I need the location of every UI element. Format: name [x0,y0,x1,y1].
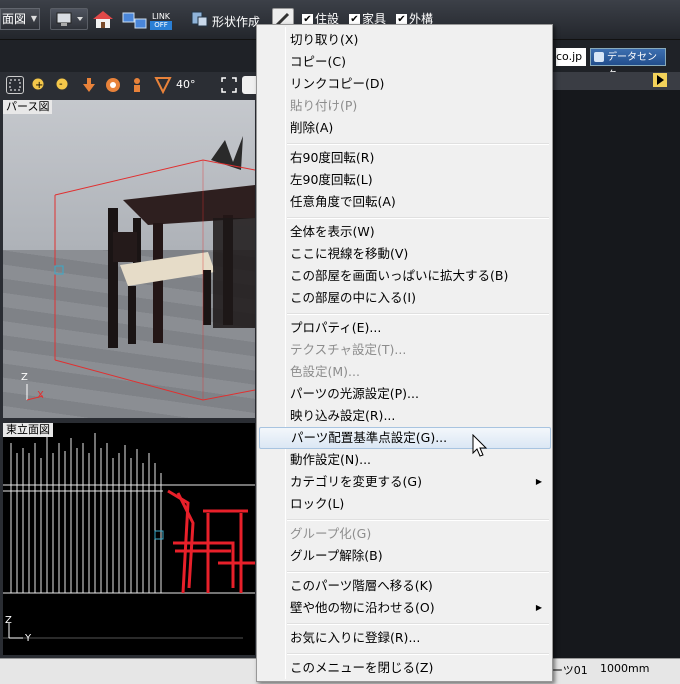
mouse-cursor-icon [472,434,488,457]
menu-separator [287,571,549,573]
submenu-arrow-icon: ▶ [535,603,542,612]
menu-item-cut[interactable]: 切り取り(X) [259,29,551,51]
axis-z-label: Z [5,615,12,626]
right-panel [550,72,680,684]
expand-arrow-icon[interactable] [653,73,667,87]
axis-z-label: Z [21,372,28,383]
perspective-label: パース図 [3,100,53,114]
axis-y-label: Y [25,633,32,644]
menu-item-paste: 貼り付け(P) [290,98,358,113]
menu-item-enter-room[interactable]: この部屋の中に入る(I) [259,287,551,309]
furniture-render [26,136,255,401]
elevation-view[interactable]: 東立面図 Z Y [3,423,255,655]
menu-item-show-all[interactable]: 全体を表示(W) [259,221,551,243]
menu-item-copy[interactable]: コピー(C) [259,51,551,73]
menu-item-align-wall-label: 壁や他の物に沿わせる(O) [290,600,435,615]
menu-item-group: グループ化(G) [290,526,372,541]
menu-item-rotate-right[interactable]: 右90度回転(R) [259,147,551,169]
context-menu: 切り取り(X) コピー(C) リンクコピー(D) 貼り付け(P) 削除(A) 右… [256,24,553,682]
menu-item-goto-hierarchy[interactable]: このパーツ階層へ移る(K) [259,575,551,597]
move-down-icon[interactable] [80,76,98,94]
menu-separator [287,217,549,219]
menu-item-color: 色設定(M)... [290,364,360,379]
zoom-in-icon[interactable]: + [30,76,48,94]
view-select-value: 面図 [2,12,27,26]
url-field[interactable]: co.jp [556,48,586,66]
shape-create-label: 形状作成 [212,15,261,29]
chevron-down-icon: ▼ [30,14,37,23]
walk-icon[interactable] [128,76,146,94]
menu-separator [287,143,549,145]
shape-icon [191,11,208,27]
menu-item-align-wall[interactable]: 壁や他の物に沿わせる(O) ▶ [259,597,551,619]
svg-text:-: - [59,79,63,90]
datacenter-icon [594,52,604,62]
menu-item-anchor-point[interactable]: パーツ配置基準点設定(G)... [259,427,551,449]
menu-item-motion[interactable]: 動作設定(N)... [259,449,551,471]
svg-text:+: + [35,80,43,91]
menu-item-change-category-label: カテゴリを変更する(G) [290,474,422,489]
status-part-name: ーツ01 [552,664,588,677]
select-region-icon[interactable] [6,76,24,94]
target-icon[interactable] [104,76,122,94]
menu-separator [287,653,549,655]
shape-create-button[interactable] [188,8,212,30]
menu-item-properties[interactable]: プロパティ(E)... [259,317,551,339]
menu-separator [287,519,549,521]
link-state-badge: OFF [150,21,172,30]
menu-item-close-menu[interactable]: このメニューを閉じる(Z) [259,657,551,679]
datacenter-button[interactable]: データセンター [590,48,666,81]
zoom-out-icon[interactable]: - [54,76,72,94]
menu-item-rotate-left[interactable]: 左90度回転(L) [259,169,551,191]
menu-item-link-copy[interactable]: リンクコピー(D) [259,73,551,95]
axis-x-label: X [37,390,44,401]
house-button[interactable] [90,8,116,30]
camera-angle-value[interactable]: 40° [176,78,196,91]
menu-item-change-category[interactable]: カテゴリを変更する(G) ▶ [259,471,551,493]
submenu-arrow-icon: ▶ [535,477,542,486]
elevation-label: 東立面図 [3,423,53,437]
menu-item-rotate-any[interactable]: 任意角度で回転(A) [259,191,551,213]
status-size: 1000mm [600,662,650,675]
elevation-drawing [3,423,255,655]
menu-item-ungroup[interactable]: グループ解除(B) [259,545,551,567]
menu-item-lock[interactable]: ロック(L) [259,493,551,515]
link-label: LINK [152,12,171,21]
menu-item-move-view[interactable]: ここに視線を移動(V) [259,243,551,265]
view-select[interactable]: 面図 ▼ [0,8,40,30]
layout-button[interactable] [50,8,88,30]
menu-item-reflection[interactable]: 映り込み設定(R)... [259,405,551,427]
perspective-view[interactable]: パース図 Z X [3,100,255,418]
menu-item-delete[interactable]: 削除(A) [259,117,551,139]
menu-separator [287,313,549,315]
menu-item-texture: テクスチャ設定(T)... [290,342,407,357]
fullscreen-icon[interactable] [220,76,238,94]
monitor-icon [56,12,83,26]
house-icon [93,11,113,28]
camera-angle-icon[interactable] [154,76,172,95]
menu-item-add-favorite[interactable]: お気に入りに登録(R)... [259,627,551,649]
menu-item-light-source[interactable]: パーツの光源設定(P)... [259,383,551,405]
menu-item-zoom-room[interactable]: この部屋を画面いっぱいに拡大する(B) [259,265,551,287]
link-windows-icon [122,12,147,29]
menu-separator [287,623,549,625]
